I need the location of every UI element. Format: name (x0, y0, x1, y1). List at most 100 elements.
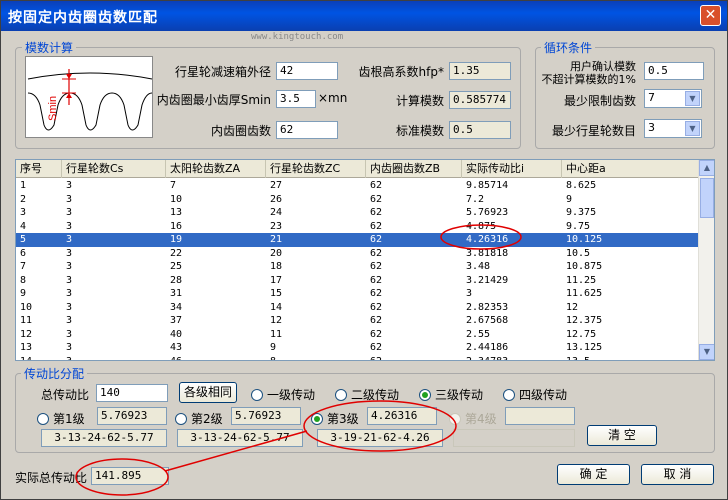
loop-legend: 循环条件 (541, 39, 596, 56)
min-teeth-select[interactable]: 7 ▼ (644, 89, 702, 108)
table-row[interactable]: 13 3 43 9 62 2.44186 13.125 (16, 341, 700, 355)
user-module-input[interactable]: 0.5 (644, 62, 704, 80)
cell-planets: 3 (66, 193, 73, 205)
table-row[interactable]: 3 3 13 24 62 5.76923 9.375 (16, 206, 700, 220)
cell-ring-teeth: 62 (370, 288, 383, 299)
col-header-center-distance[interactable]: 中心距a (562, 160, 700, 178)
hfp-field: 1.35 (449, 62, 511, 80)
cell-ratio: 3.48 (466, 261, 491, 272)
level-option-4[interactable]: 四级传动 (503, 386, 567, 403)
col-header-ring-teeth[interactable]: 内齿圈齿数ZB (366, 160, 462, 178)
col-header-planet-teeth[interactable]: 行星轮齿数ZC (266, 160, 366, 178)
cell-center-distance: 11.25 (566, 274, 597, 286)
chevron-down-icon[interactable]: ▼ (685, 121, 700, 136)
cell-index: 7 (20, 261, 27, 272)
min-teeth-label: 最少限制齿数 (563, 94, 636, 108)
cell-sun-teeth: 43 (170, 342, 183, 353)
total-ratio-input[interactable]: 140 (96, 384, 168, 402)
cell-ratio: 3 (466, 288, 473, 299)
cell-planet-teeth: 20 (270, 247, 283, 259)
cell-planet-teeth: 24 (270, 207, 283, 218)
min-planets-label: 最少行星轮数目 (551, 124, 636, 138)
col-header-ratio[interactable]: 实际传动比i (462, 160, 562, 178)
level-option-3[interactable]: 三级传动 (419, 386, 483, 403)
min-planets-select[interactable]: 3 ▼ (644, 119, 702, 138)
table-row[interactable]: 2 3 10 26 62 7.2 9 (16, 193, 700, 207)
cell-index: 9 (20, 288, 27, 299)
level-option-1[interactable]: 一级传动 (251, 386, 315, 403)
table-header: 序号 行星轮数Cs 太阳轮齿数ZA 行星轮齿数ZC 内齿圈齿数ZB 实际传动比i… (16, 160, 700, 178)
calc-module-label: 计算模数 (395, 94, 444, 108)
stage1-ratio-field: 5.76923 (97, 407, 167, 425)
table-row[interactable]: 10 3 34 14 62 2.82353 12 (16, 301, 700, 315)
table-row[interactable]: 11 3 37 12 62 2.67568 12.375 (16, 314, 700, 328)
cell-sun-teeth: 40 (170, 328, 183, 340)
cell-ring-teeth: 62 (370, 315, 383, 326)
stage1-radio[interactable]: 第1级 (37, 410, 85, 427)
table-row[interactable]: 4 3 16 23 62 4.875 9.75 (16, 220, 700, 234)
stage4-ratio-field (505, 407, 575, 425)
cell-planet-teeth: 8 (270, 355, 277, 361)
cell-ratio: 2.44186 (466, 342, 509, 353)
cancel-button[interactable]: 取 消 (641, 464, 714, 485)
col-header-sun-teeth[interactable]: 太阳轮齿数ZA (166, 160, 266, 178)
close-button[interactable]: ✕ (700, 5, 721, 26)
table-row[interactable]: 12 3 40 11 62 2.55 12.75 (16, 328, 700, 342)
cell-index: 8 (20, 274, 27, 286)
title-bar[interactable]: 按固定内齿圈齿数匹配 ✕ (1, 1, 727, 31)
table-row[interactable]: 7 3 25 18 62 3.48 10.875 (16, 260, 700, 274)
cell-ring-teeth: 62 (370, 355, 383, 361)
same-all-levels-button[interactable]: 各级相同 (179, 382, 237, 403)
col-header-index[interactable]: 序号 (16, 160, 62, 178)
table-row[interactable]: 6 3 22 20 62 3.81818 10.5 (16, 247, 700, 261)
results-table[interactable]: 序号 行星轮数Cs 太阳轮齿数ZA 行星轮齿数ZC 内齿圈齿数ZB 实际传动比i… (15, 159, 715, 361)
cell-ring-teeth: 62 (370, 301, 383, 313)
radio-icon (175, 413, 187, 425)
clear-button[interactable]: 清 空 (587, 425, 657, 446)
cell-sun-teeth: 22 (170, 247, 183, 259)
actual-total-field: 141.895 (91, 467, 169, 485)
radio-selected-icon (311, 413, 323, 425)
table-row[interactable]: 14 3 46 8 62 2.34783 13.5 (16, 355, 700, 361)
hfp-label: 齿根高系数hfp* (358, 65, 444, 79)
col-header-planets[interactable]: 行星轮数Cs (62, 160, 166, 178)
outer-diameter-input[interactable]: 42 (276, 62, 338, 80)
radio-icon (37, 413, 49, 425)
module-calc-legend: 模数计算 (22, 39, 77, 56)
scroll-down-icon[interactable]: ▼ (699, 344, 714, 360)
cell-planets: 3 (66, 234, 73, 245)
cell-planets: 3 (66, 207, 73, 218)
table-row[interactable]: 8 3 28 17 62 3.21429 11.25 (16, 274, 700, 288)
cell-index: 6 (20, 247, 27, 259)
table-row[interactable]: 5 3 19 21 62 4.26316 10.125 (16, 233, 700, 247)
ok-button[interactable]: 确 定 (557, 464, 630, 485)
table-row[interactable]: 1 3 7 27 62 9.85714 8.625 (16, 179, 700, 193)
cell-center-distance: 9.75 (566, 220, 591, 232)
cell-index: 13 (20, 342, 33, 353)
level-option-2[interactable]: 二级传动 (335, 386, 399, 403)
stage2-radio[interactable]: 第2级 (175, 410, 223, 427)
vertical-scrollbar[interactable]: ▲ ▼ (698, 160, 714, 360)
table-row[interactable]: 9 3 31 15 62 3 11.625 (16, 287, 700, 301)
stage1-label: 第1级 (53, 412, 85, 426)
cell-ratio: 3.81818 (466, 247, 509, 259)
radio-selected-icon (419, 389, 431, 401)
min-thickness-input[interactable]: 3.5 (276, 90, 316, 108)
cell-center-distance: 9.375 (566, 207, 597, 218)
scroll-up-icon[interactable]: ▲ (699, 160, 714, 176)
ring-teeth-label: 内齿圈齿数 (210, 124, 271, 138)
smin-label: Smin (47, 96, 59, 121)
cell-index: 3 (20, 207, 27, 218)
scroll-thumb[interactable] (700, 178, 714, 218)
cell-center-distance: 12.75 (566, 328, 597, 340)
cell-center-distance: 9 (566, 193, 573, 205)
close-icon: ✕ (704, 7, 717, 23)
cell-sun-teeth: 34 (170, 301, 183, 313)
chevron-down-icon[interactable]: ▼ (685, 91, 700, 106)
stage3-radio[interactable]: 第3级 (311, 410, 359, 427)
cell-ring-teeth: 62 (370, 193, 383, 205)
cell-planet-teeth: 11 (270, 328, 283, 340)
tooth-thickness-diagram: Smin (25, 56, 153, 138)
cell-center-distance: 11.625 (566, 288, 603, 299)
ring-teeth-input[interactable]: 62 (276, 121, 338, 139)
